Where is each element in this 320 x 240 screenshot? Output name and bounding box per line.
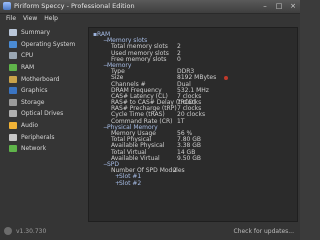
windows-icon bbox=[9, 40, 17, 48]
sidebar-item-label: Motherboard bbox=[21, 75, 60, 83]
sidebar-item-label: CPU bbox=[21, 52, 34, 60]
sidebar-item-label: Audio bbox=[21, 122, 39, 130]
menu-help[interactable]: Help bbox=[44, 14, 58, 24]
graphics-icon bbox=[9, 87, 17, 95]
version-label: v1.30.730 bbox=[16, 228, 47, 235]
spd-slot-item[interactable]: +Slot #2 bbox=[93, 180, 293, 187]
cpu-icon bbox=[9, 52, 17, 60]
disc-icon bbox=[9, 110, 17, 118]
sidebar-item-operating-system[interactable]: Operating System bbox=[6, 39, 85, 51]
speccy-window: Piriform Speccy - Professional Edition –… bbox=[0, 0, 300, 240]
motherboard-icon bbox=[9, 75, 17, 83]
sidebar-item-motherboard[interactable]: Motherboard bbox=[6, 73, 85, 85]
check-updates-link[interactable]: Check for updates... bbox=[233, 228, 294, 235]
close-button[interactable]: × bbox=[289, 2, 297, 10]
ram-icon bbox=[9, 64, 17, 72]
sidebar-item-graphics[interactable]: Graphics bbox=[6, 85, 85, 97]
details-panel: ▪RAM −Memory slots Total memory slots 2 Us… bbox=[88, 27, 298, 222]
sidebar-item-network[interactable]: Network bbox=[6, 143, 85, 155]
window-title: Piriform Speccy - Professional Edition bbox=[14, 2, 135, 10]
menu-bar: File View Help bbox=[0, 14, 306, 24]
menu-file[interactable]: File bbox=[6, 14, 16, 24]
gear-icon bbox=[4, 227, 12, 235]
sidebar-item-label: Operating System bbox=[21, 40, 76, 48]
status-bar: v1.30.730 Check for updates... bbox=[0, 224, 300, 240]
sidebar-item-label: RAM bbox=[21, 64, 35, 72]
summary-icon bbox=[9, 29, 17, 37]
sidebar-item-peripherals[interactable]: Peripherals bbox=[6, 131, 85, 143]
window-controls: – □ × bbox=[261, 2, 297, 10]
sidebar-item-label: Network bbox=[21, 145, 47, 153]
sidebar-item-audio[interactable]: Audio bbox=[6, 120, 85, 132]
sidebar-item-label: Optical Drives bbox=[21, 110, 64, 118]
sidebar: Summary Operating System CPU RAM Motherboard… bbox=[6, 27, 85, 213]
title-bar: Piriform Speccy - Professional Edition –… bbox=[0, 0, 300, 14]
sidebar-item-label: Peripherals bbox=[21, 133, 55, 141]
sidebar-item-optical-drives[interactable]: Optical Drives bbox=[6, 108, 85, 120]
sidebar-item-label: Storage bbox=[21, 98, 45, 106]
audio-icon bbox=[9, 122, 17, 130]
minimize-button[interactable]: – bbox=[261, 2, 269, 10]
sidebar-item-summary[interactable]: Summary bbox=[6, 27, 85, 39]
sidebar-item-label: Summary bbox=[21, 29, 50, 37]
sidebar-item-ram[interactable]: RAM bbox=[6, 62, 85, 74]
sidebar-item-storage[interactable]: Storage bbox=[6, 97, 85, 109]
peripherals-icon bbox=[9, 133, 17, 141]
maximize-button[interactable]: □ bbox=[275, 2, 283, 10]
menu-view[interactable]: View bbox=[23, 14, 37, 24]
network-icon bbox=[9, 145, 17, 153]
storage-icon bbox=[9, 98, 17, 106]
warning-icon bbox=[224, 76, 228, 81]
sidebar-item-cpu[interactable]: CPU bbox=[6, 50, 85, 62]
sidebar-item-label: Graphics bbox=[21, 87, 48, 95]
app-icon bbox=[3, 2, 11, 10]
details-tree: ▪RAM −Memory slots Total memory slots 2 Us… bbox=[93, 31, 293, 187]
